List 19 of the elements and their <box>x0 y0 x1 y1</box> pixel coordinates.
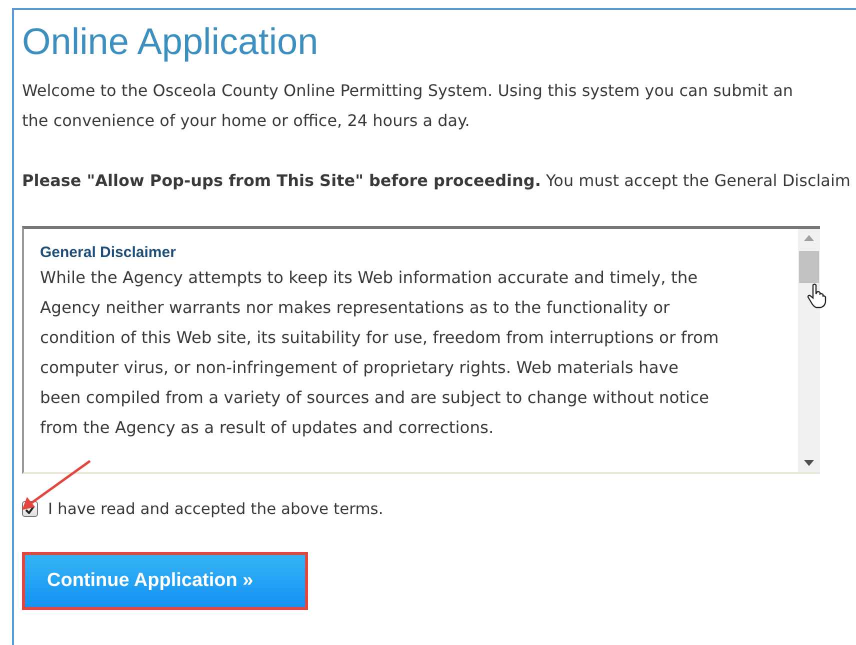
disclaimer-text: condition of this Web site, its suitability for use, freedom from interruptions or from <box>40 327 720 349</box>
checkmark-icon <box>25 504 35 514</box>
scroll-down-icon[interactable] <box>804 460 814 466</box>
disclaimer-text: Agency neither warrants nor makes representations as to the functionality or <box>40 297 671 319</box>
disclaimer-text: While the Agency attempts to keep its Web information accurate and timely, the <box>40 267 699 289</box>
disclaimer-text: from the Agency as a result of updates and corrections. <box>40 417 495 439</box>
disclaimer-heading: General Disclaimer <box>40 243 177 263</box>
disclaimer-text: computer virus, or non-infringement of proprietary rights. Web materials have <box>40 357 680 379</box>
scrollbar[interactable] <box>798 229 820 472</box>
accept-label: I have read and accepted the above terms. <box>48 500 384 518</box>
notice-text: Please "Allow Pop-ups from This Site" before proceeding. You must accept the General Disclaim <box>22 170 852 192</box>
intro-text: Welcome to the Osceola County Online Permitting System. Using this system you can submit an <box>22 80 794 102</box>
intro-text: the convenience of your home or office, 24 hours a day. <box>22 110 471 132</box>
continue-button[interactable]: Continue Application » <box>25 555 305 607</box>
scroll-up-icon[interactable] <box>804 235 814 241</box>
pointer-hand-icon <box>806 283 828 309</box>
page-title: Online Application <box>22 20 320 64</box>
disclaimer-text: been compiled from a variety of sources and are subject to change without notice <box>40 387 710 409</box>
scroll-thumb[interactable] <box>799 251 819 283</box>
